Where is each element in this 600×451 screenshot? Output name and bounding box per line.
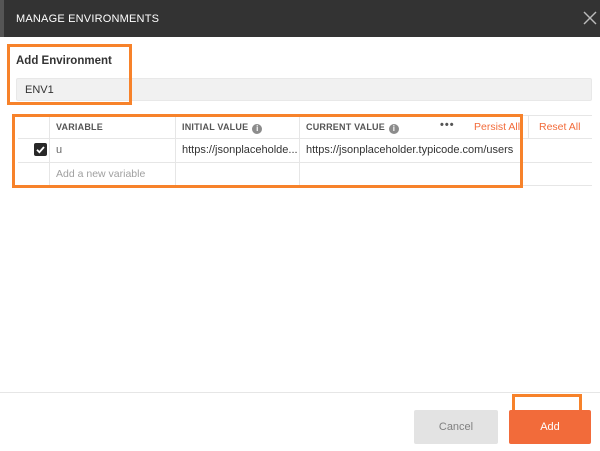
actions-divider <box>528 116 529 138</box>
footer-divider <box>0 392 600 393</box>
dialog-title: MANAGE ENVIRONMENTS <box>16 13 160 25</box>
cancel-button[interactable]: Cancel <box>414 410 498 444</box>
highlight-environment-name <box>7 44 132 105</box>
highlight-variables-table <box>12 114 523 188</box>
close-icon[interactable] <box>582 10 598 26</box>
dialog-titlebar: MANAGE ENVIRONMENTS <box>0 0 600 37</box>
window-edge <box>0 0 4 37</box>
reset-all-link[interactable]: Reset All <box>539 121 580 133</box>
add-button[interactable]: Add <box>509 410 591 444</box>
